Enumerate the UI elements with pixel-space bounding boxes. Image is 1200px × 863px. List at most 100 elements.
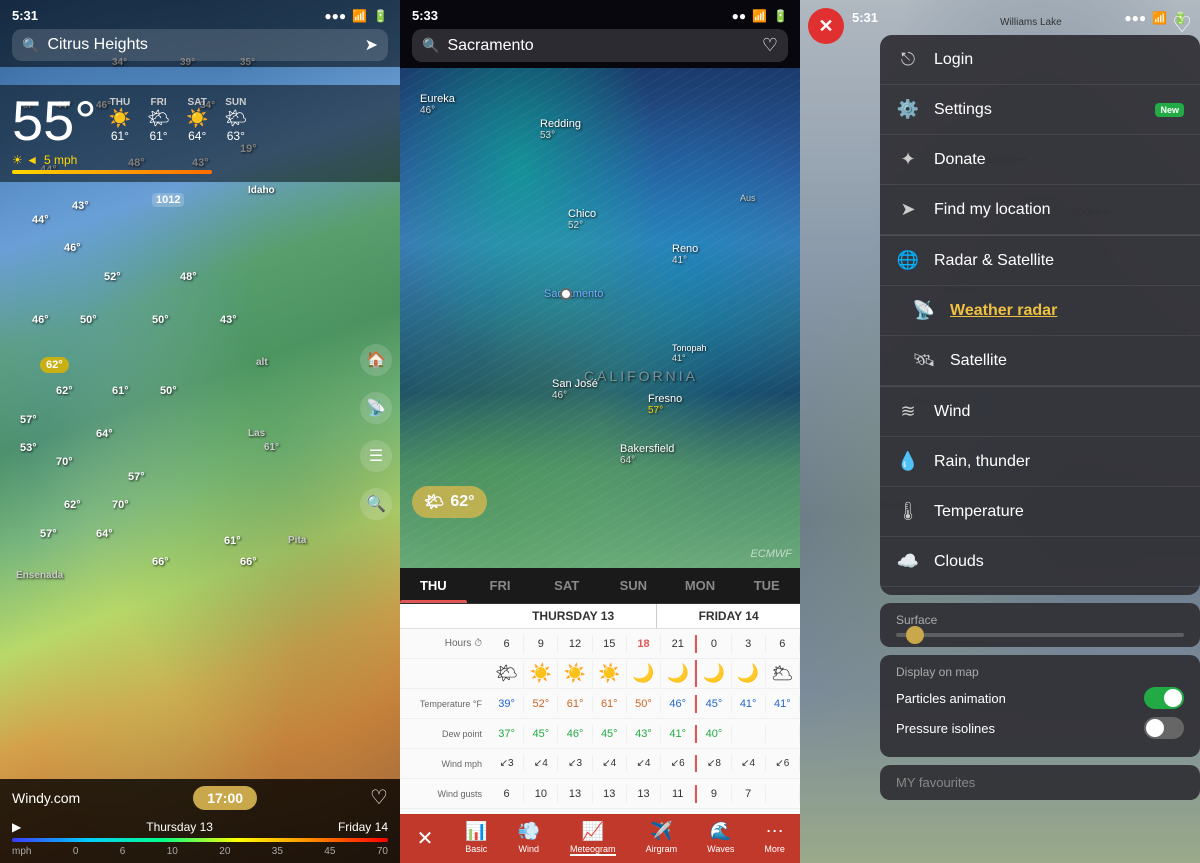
nav-airgram[interactable]: ✈️ Airgram: [646, 821, 678, 856]
surface-slider-thumb[interactable]: [906, 626, 924, 644]
nav-waves[interactable]: 🌊 Waves: [707, 821, 734, 856]
status-bar: 5:31 ●●● 📶 🔋: [12, 8, 388, 23]
p3-heart-icon[interactable]: ♡: [1172, 12, 1192, 38]
time-badge[interactable]: 17:00: [193, 786, 257, 810]
home-button[interactable]: 🏠: [360, 344, 392, 376]
icon-6: 🌤: [490, 660, 524, 687]
speed-35: 35: [272, 846, 283, 857]
particles-toggle[interactable]: [1144, 687, 1184, 709]
menu-wind[interactable]: ≋ Wind: [880, 387, 1200, 437]
icons-row: 🌤 ☀️ ☀️ ☀️ 🌙 🌙 🌙 🌙 🌥: [400, 659, 800, 689]
rain-menu-label: Rain, thunder: [934, 453, 1184, 471]
my-favourites-button[interactable]: MY favourites: [880, 765, 1200, 800]
nav-wind[interactable]: 💨 Wind: [518, 821, 540, 856]
p2-status-icons: ●● 📶 🔋: [732, 9, 788, 23]
menu-donate[interactable]: ✦ Donate: [880, 135, 1200, 185]
p2-favorite-button[interactable]: ♡: [762, 35, 778, 56]
nav-more[interactable]: ⋯ More: [764, 821, 785, 856]
tab-sat[interactable]: SAT: [533, 568, 600, 603]
thursday-header: THURSDAY 13: [490, 604, 657, 628]
timeline-date-1: Thursday 13: [146, 820, 213, 834]
menu-waves[interactable]: 〰 Waves: [880, 587, 1200, 595]
hour-15: 15: [593, 635, 627, 653]
hours-content: 6 9 12 15 18 21 0 3 6: [490, 635, 800, 653]
forecast-thu: THU ☀️ 61°: [109, 97, 131, 143]
tab-mon[interactable]: MON: [667, 568, 734, 603]
timeline-date-2: Friday 14: [338, 820, 388, 834]
icon-9: ☀️: [524, 660, 558, 687]
p2-nav-items: 📊 Basic 💨 Wind 📈 Meteogram ✈️ Airgram 🌊 …: [450, 821, 800, 856]
layers-button[interactable]: 📡: [360, 392, 392, 424]
current-temp: 55°: [12, 93, 97, 149]
wind-3: ↙4: [732, 755, 766, 772]
p1-search-bar[interactable]: 🔍 Citrus Heights ➤: [12, 29, 388, 61]
menu-weather-radar[interactable]: 📡 Weather radar: [880, 286, 1200, 336]
gust-12: 13: [558, 785, 592, 803]
nav-basic[interactable]: 📊 Basic: [465, 821, 487, 856]
map-city-eureka: Eureka46°: [420, 93, 455, 116]
p2-status-bar: 5:33 ●● 📶 🔋: [412, 8, 788, 23]
temperature-icon: 🌡: [896, 501, 920, 522]
menu-clouds[interactable]: ☁️ Clouds: [880, 537, 1200, 587]
radar-map[interactable]: Eureka46° Redding53° Chico52° Reno41° Au…: [400, 68, 800, 568]
pressure-toggle-row: Pressure isolines: [896, 717, 1184, 739]
weather-temp-bubble: 🌤 62°: [412, 486, 487, 518]
menu-findlocation[interactable]: ➤ Find my location: [880, 185, 1200, 235]
map-city-sacramento: Sacramento: [544, 288, 603, 300]
menu-satellite[interactable]: 🛰 Satellite: [880, 336, 1200, 386]
tab-thu[interactable]: THU: [400, 568, 467, 603]
p2-battery-icon: 🔋: [773, 9, 788, 23]
dew-3: [732, 725, 766, 743]
bubble-icon: 🌤: [424, 492, 444, 512]
radar-satellite-label: Radar & Satellite: [934, 252, 1184, 270]
temp-21: 46°: [661, 695, 695, 713]
menu-rain[interactable]: 💧 Rain, thunder: [880, 437, 1200, 487]
dewpoint-content: 37° 45° 46° 45° 43° 41° 40°: [490, 725, 800, 743]
temp-6: 39°: [490, 695, 524, 713]
tab-sun[interactable]: SUN: [600, 568, 667, 603]
windy-brand-bar: Windy.com 17:00 ♡: [0, 779, 400, 816]
surface-slider-track[interactable]: [896, 633, 1184, 637]
p3-status-time: 5:31: [852, 10, 878, 25]
search-icon: 🔍: [22, 37, 39, 54]
tab-tue[interactable]: TUE: [733, 568, 800, 603]
wind-speed: 5 mph: [44, 153, 77, 167]
gusts-label: Wind gusts: [400, 785, 490, 803]
gust-18: 13: [627, 785, 661, 803]
dewpoint-row: Dew point 37° 45° 46° 45° 43° 41° 40°: [400, 719, 800, 749]
speed-0: 0: [73, 846, 79, 857]
search-map-button[interactable]: 🔍: [360, 488, 392, 520]
gust-15: 13: [593, 785, 627, 803]
menu-settings[interactable]: ⚙️ Settings New: [880, 85, 1200, 135]
p3-status-bar: 5:31 ●●● 📶 🔋: [800, 0, 1200, 25]
city-name: Citrus Heights: [47, 36, 147, 54]
timeline-bar: ▶ Thursday 13 Friday 14: [0, 816, 400, 836]
map-city-fresno: Fresno57°: [648, 393, 682, 416]
gust-6: 6: [490, 785, 524, 803]
gust-21: 11: [661, 785, 695, 803]
menu-button[interactable]: ☰: [360, 440, 392, 472]
favorite-button[interactable]: ♡: [370, 785, 388, 810]
nav-meteogram[interactable]: 📈 Meteogram: [570, 821, 616, 856]
p2-city-name: Sacramento: [447, 37, 533, 55]
pressure-toggle[interactable]: [1144, 717, 1184, 739]
temp-9: 52°: [524, 695, 558, 713]
icon-21: 🌙: [661, 660, 695, 687]
p2-search-bar[interactable]: 🔍 Sacramento ♡: [412, 29, 788, 62]
dew-0: 40°: [695, 725, 731, 743]
more-label: More: [764, 844, 785, 854]
radar-satellite-icon: 🌐: [896, 250, 920, 271]
menu-login[interactable]: ⎋ Login: [880, 35, 1200, 85]
forecast-days: THU ☀️ 61° FRI 🌤 61° SAT ☀️ 64° SUN 🌤: [109, 97, 248, 143]
hour-21: 21: [661, 635, 695, 653]
play-button[interactable]: ▶: [12, 820, 21, 834]
dew-6: 37°: [490, 725, 524, 743]
dew-15: 45°: [593, 725, 627, 743]
p2-nav-close-button[interactable]: ✕: [400, 818, 450, 859]
hour-18: 18: [627, 635, 661, 653]
forecast-fri: FRI 🌤 61°: [147, 97, 170, 143]
icon-3: 🌙: [732, 660, 766, 687]
tab-fri[interactable]: FRI: [467, 568, 534, 603]
menu-radar-satellite[interactable]: 🌐 Radar & Satellite: [880, 236, 1200, 286]
menu-temperature[interactable]: 🌡 Temperature: [880, 487, 1200, 537]
